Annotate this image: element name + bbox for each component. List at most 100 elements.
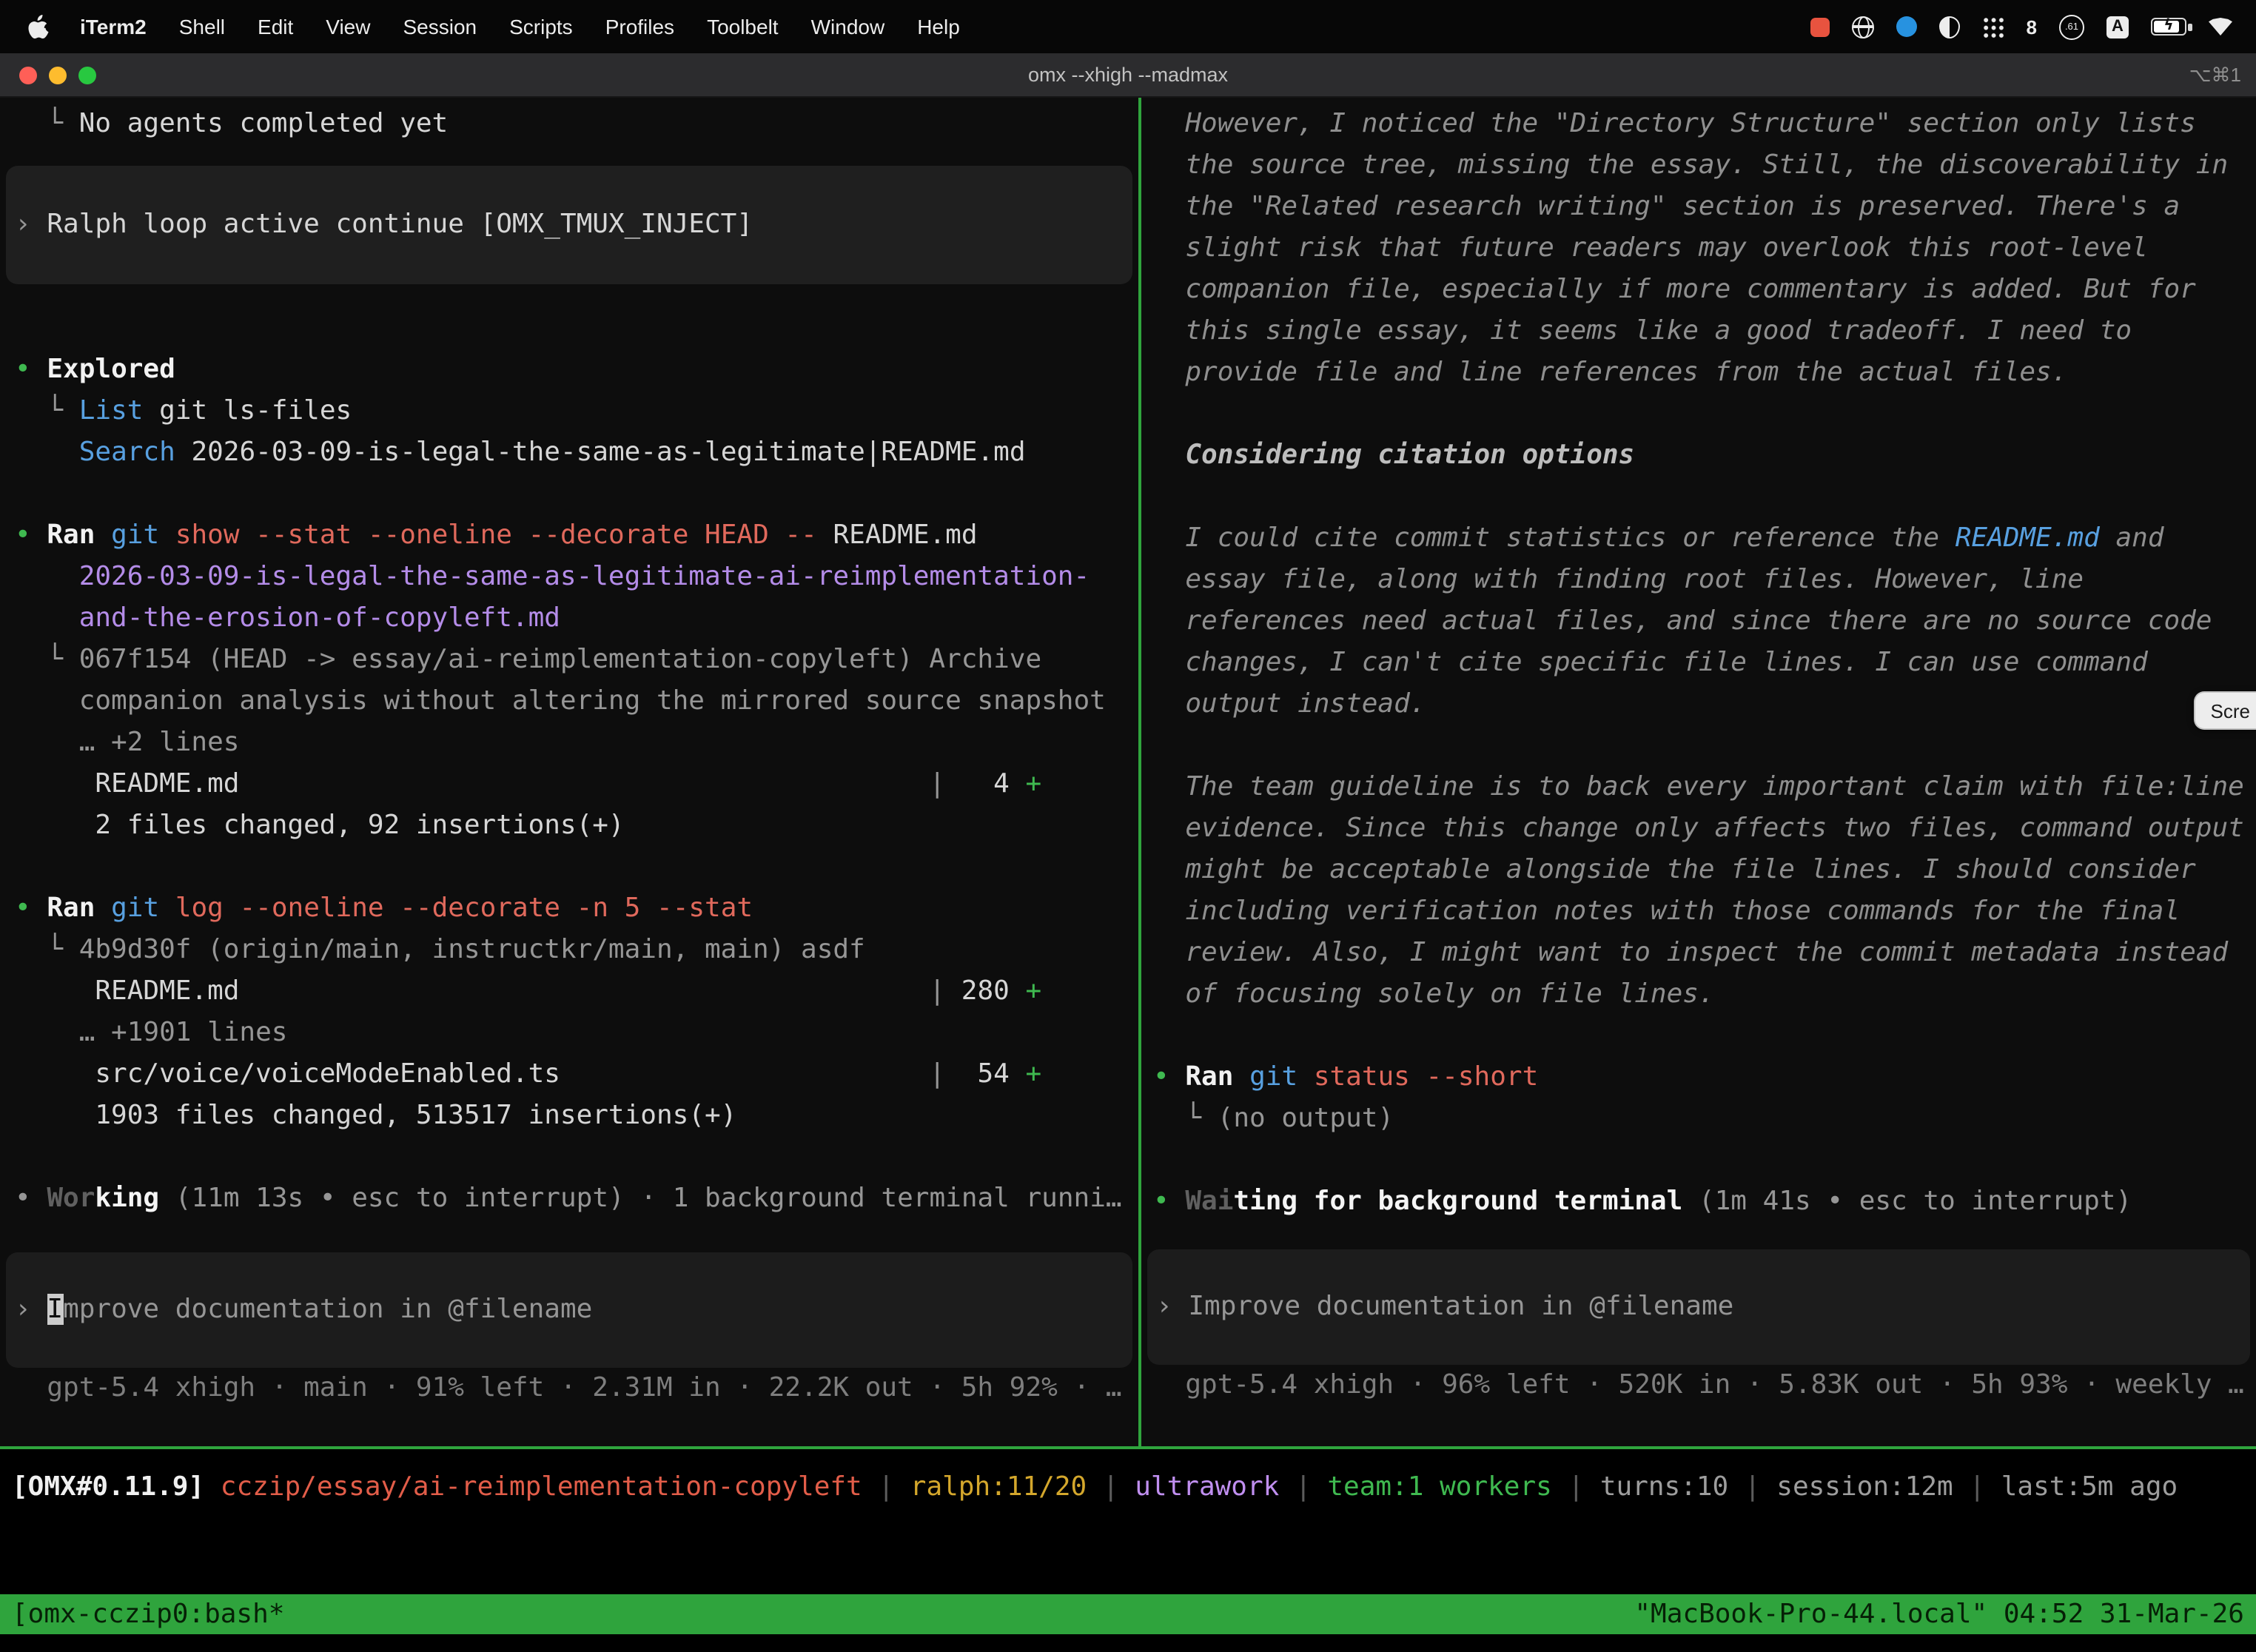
close-window-button[interactable]	[19, 66, 37, 84]
text-segment: (1m 41s • esc to interrupt)	[1682, 1186, 2132, 1217]
prompt-input-right[interactable]: › Improve documentation in @filename	[1147, 1249, 2250, 1365]
spacer	[15, 145, 1138, 166]
text-segment: output instead.	[1153, 688, 1426, 719]
thinking-line: However, I noticed the "Directory Struct…	[1153, 104, 2256, 145]
menu-item-iterm2[interactable]: iTerm2	[64, 15, 163, 38]
omx-status-line: [OMX#0.11.9] cczip/essay/ai-reimplementa…	[12, 1467, 2178, 1508]
ran-git-log-line: • Ran git log --oneline --decorate -n 5 …	[15, 888, 1138, 930]
text-segment: Considering citation options	[1153, 440, 1634, 471]
text-segment: •	[15, 354, 47, 385]
blank-line	[1153, 725, 2256, 767]
text-segment: src/voice/voiceModeEnabled.ts	[15, 1058, 560, 1089]
text-segment: slight risk that future readers may over…	[1153, 232, 2148, 263]
menu-item-help[interactable]: Help	[901, 15, 976, 38]
text-segment: I could cite commit statistics or refere…	[1153, 523, 1955, 554]
menu-item-toolbelt[interactable]: Toolbelt	[691, 15, 795, 38]
text-segment: The team guideline is to back every impo…	[1153, 771, 2244, 802]
text-segment: of focusing solely on file lines.	[1153, 978, 1715, 1010]
text-segment: 54	[945, 1058, 1025, 1089]
log-diffstat-summary: 1903 files changed, 513517 insertions(+)	[15, 1095, 1138, 1137]
menu-item-view[interactable]: View	[309, 15, 386, 38]
tmux-host-time: "MacBook-Pro-44.local" 04:52 31-Mar-26	[1634, 1599, 2244, 1630]
omx-status-bar: [OMX#0.11.9] cczip/essay/ai-reimplementa…	[12, 1467, 2178, 1508]
shield-icon[interactable]	[1939, 16, 1960, 38]
text-segment: including verification notes with those …	[1153, 896, 2180, 927]
text-segment: └	[15, 395, 79, 426]
text-segment: git	[111, 520, 159, 551]
text-segment: companion analysis without altering the …	[15, 685, 1106, 716]
waiting-status-line: • Waiting for background terminal (1m 41…	[1153, 1181, 2256, 1223]
text-segment: |	[560, 1058, 945, 1089]
log-more-lines-indicator: … +1901 lines	[15, 1013, 1138, 1054]
text-segment: README.md	[15, 976, 239, 1007]
text-segment	[159, 520, 175, 551]
zoom-window-button[interactable]	[78, 66, 96, 84]
text-segment: +	[1025, 976, 1041, 1007]
session-status-line: gpt-5.4 xhigh · main · 91% left · 2.31M …	[15, 1368, 1138, 1409]
menu-item-session[interactable]: Session	[386, 15, 493, 38]
apps-grid-icon[interactable]	[1982, 16, 2004, 38]
text-segment: references need actual files, and since …	[1153, 605, 2212, 637]
menu-item-profiles[interactable]: Profiles	[589, 15, 691, 38]
text-segment: •	[15, 893, 47, 924]
screen-sharing-overlay[interactable]: Scre	[2195, 691, 2256, 730]
battery-icon[interactable]: ϟ	[2151, 18, 2186, 36]
inject-banner: › Ralph loop active continue [OMX_TMUX_I…	[6, 166, 1132, 284]
text-segment: |	[1087, 1471, 1135, 1502]
text-segment: ›	[15, 1294, 47, 1325]
spacer	[1153, 1223, 2256, 1249]
text-segment: |	[1279, 1471, 1327, 1502]
text-segment: Ran	[1185, 1061, 1233, 1092]
thinking-line: essay file, along with finding root file…	[1153, 560, 2256, 601]
essay-filename-line-1: 2026-03-09-is-legal-the-same-as-legitima…	[15, 557, 1138, 598]
input-source-icon[interactable]: A	[2106, 16, 2129, 38]
thinking-line: The team guideline is to back every impo…	[1153, 767, 2256, 808]
screen-recording-indicator[interactable]	[1810, 17, 1830, 36]
text-segment: … +2 lines	[15, 727, 239, 758]
globe-icon[interactable]	[1852, 16, 1874, 38]
text-segment: gpt-5.4 xhigh · 96% left · 520K in · 5.8…	[1153, 1369, 2244, 1400]
text-segment: Search	[79, 437, 175, 468]
menu-item-shell[interactable]: Shell	[163, 15, 241, 38]
essay-filename-line-2: and-the-erosion-of-copyleft.md	[15, 598, 1138, 639]
menu-item-scripts[interactable]: Scripts	[493, 15, 589, 38]
text-segment	[95, 893, 111, 924]
blue-app-icon[interactable]	[1896, 16, 1917, 37]
text-segment: ›	[15, 209, 47, 240]
text-segment: •	[15, 1183, 47, 1214]
left-terminal-pane[interactable]: └ No agents completed yet › Ralph loop ac…	[0, 98, 1138, 1446]
text-segment: the source tree, missing the essay. Stil…	[1153, 150, 2228, 181]
text-segment: 2 files changed, 92 insertions(+)	[15, 810, 625, 841]
text-segment: └ 4b9d30f (origin/main, instructkr/main,…	[15, 934, 865, 965]
log-diffstat-readme: README.md | 280 +	[15, 971, 1138, 1013]
text-segment: ralph:11/20	[910, 1471, 1087, 1502]
thinking-heading: Considering citation options	[1153, 435, 2256, 477]
window-title-bar[interactable]: omx --xhigh --madmax ⌥⌘1	[0, 53, 2256, 98]
text-segment: Ralph loop active continue [OMX_TMUX_INJ…	[47, 209, 753, 240]
minimize-window-button[interactable]	[49, 66, 67, 84]
apple-menu-icon[interactable]	[15, 14, 64, 39]
traffic-lights	[0, 66, 96, 84]
menu-item-window[interactable]: Window	[795, 15, 902, 38]
blank-line	[15, 474, 1138, 515]
tmux-session-info: [omx-cczip0:bash*	[12, 1599, 284, 1630]
blank-line	[15, 1137, 1138, 1178]
no-output-line: └ (no output)	[1153, 1098, 2256, 1140]
gauge-icon[interactable]: .61	[2059, 14, 2084, 39]
text-segment: README.md	[833, 520, 977, 551]
wifi-icon[interactable]	[2209, 18, 2232, 36]
text-segment: However, I noticed the "Directory Struct…	[1153, 108, 2196, 139]
menu-items: iTerm2ShellEditViewSessionScriptsProfile…	[64, 15, 976, 38]
text-segment: … +1901 lines	[15, 1017, 287, 1048]
right-terminal-pane[interactable]: However, I noticed the "Directory Struct…	[1141, 98, 2256, 1446]
agents-status-line: └ No agents completed yet	[15, 104, 1138, 145]
text-segment: git	[111, 893, 159, 924]
text-segment: Ran	[47, 520, 95, 551]
text-segment: No agents completed yet	[79, 108, 449, 139]
blank-line	[1153, 477, 2256, 518]
more-lines-indicator: … +2 lines	[15, 722, 1138, 764]
text-segment: └ 067f154 (HEAD -> essay/ai-reimplementa…	[15, 644, 1041, 675]
numeral-8-icon[interactable]: 8	[2027, 16, 2037, 38]
menu-item-edit[interactable]: Edit	[241, 15, 309, 38]
prompt-input[interactable]: › Improve documentation in @filename	[6, 1252, 1132, 1368]
